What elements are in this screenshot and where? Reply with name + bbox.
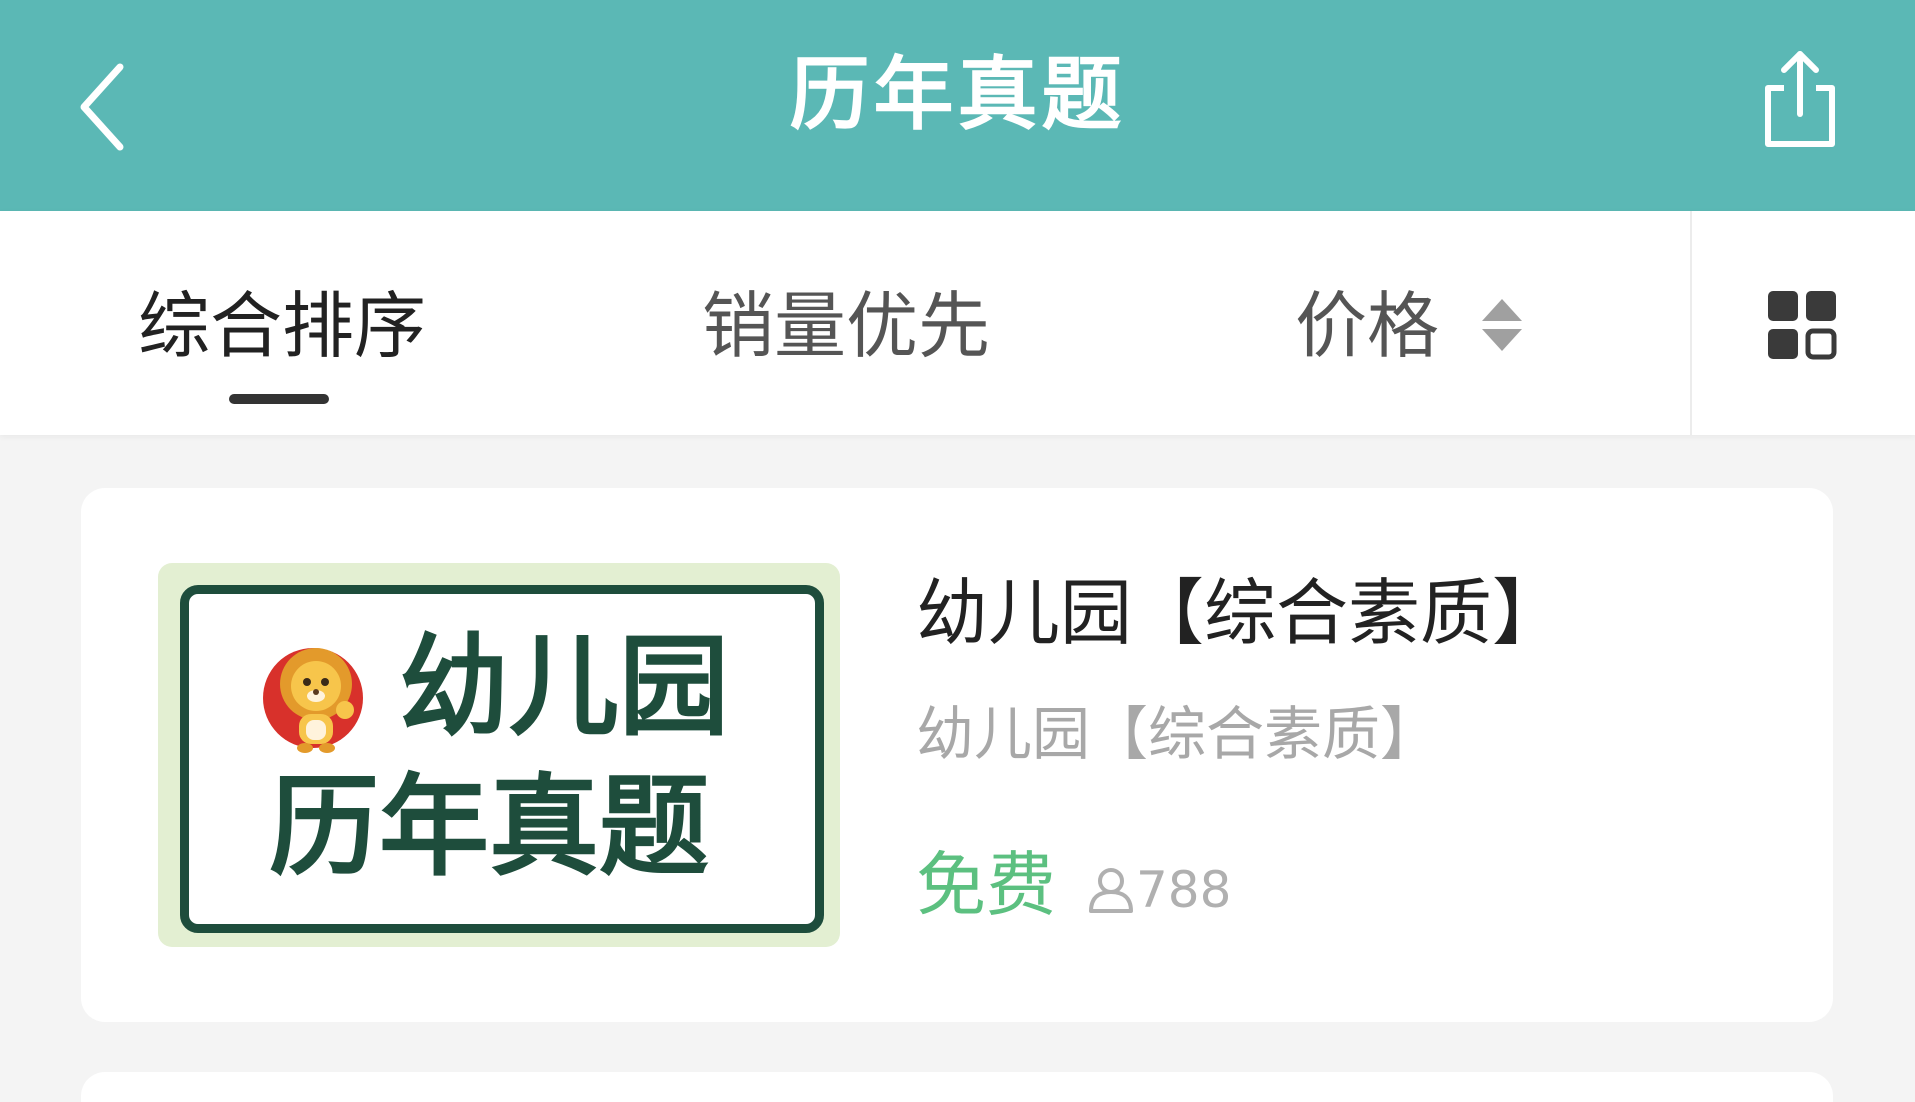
top-nav-bar: 历年真题 [0, 0, 1915, 211]
page-title: 历年真题 [789, 48, 1126, 141]
tab-sales-first[interactable]: 销量优先 [702, 281, 990, 371]
tab-label: 销量优先 [702, 284, 991, 368]
next-course-card[interactable] [81, 1072, 1833, 1102]
course-subtitle: 幼儿园【综合素质】 [916, 700, 1439, 768]
sort-updown-icon [1481, 299, 1522, 352]
layout-toggle-button[interactable] [1766, 289, 1838, 361]
learner-count-value: 788 [1136, 861, 1232, 919]
share-button[interactable] [1758, 48, 1842, 152]
active-tab-indicator [229, 394, 329, 404]
tab-label: 综合排序 [138, 284, 427, 368]
course-price: 免费 [916, 844, 1056, 926]
tab-comprehensive-sort[interactable]: 综合排序 [138, 281, 426, 371]
tab-price[interactable]: 价格 [1295, 281, 1524, 371]
course-cover-image: 幼儿园 历年真题 [158, 563, 840, 947]
cover-frame: 幼儿园 历年真题 [180, 585, 824, 933]
user-icon [1089, 867, 1133, 913]
sort-bar: 综合排序 销量优先 价格 [0, 211, 1915, 435]
learner-count: 788 [1086, 858, 1231, 922]
lion-mascot-icon [263, 648, 363, 753]
grid-view-icon [1768, 291, 1837, 360]
tab-label: 价格 [1295, 284, 1440, 368]
course-title: 幼儿园【综合素质】 [916, 571, 1565, 655]
course-card[interactable]: 幼儿园 历年真题 幼儿园【综合素质】 幼儿园【综合素质】 免费 788 [81, 488, 1833, 1022]
cover-title-line2: 历年真题 [269, 763, 709, 891]
divider [1690, 211, 1692, 435]
cover-title-line1: 幼儿园 [399, 623, 729, 751]
share-icon [1765, 51, 1835, 147]
